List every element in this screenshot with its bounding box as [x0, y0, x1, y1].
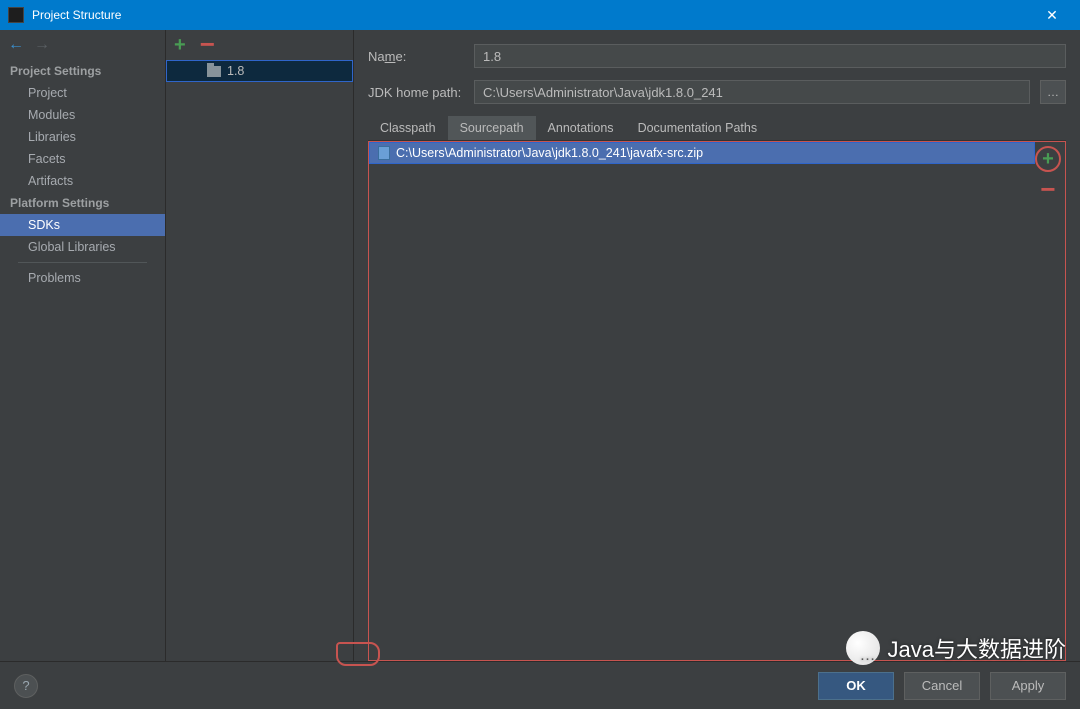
- annotation-circle: +: [1035, 146, 1061, 172]
- detail-panel: Name: JDK home path: … Classpath Sourcep…: [354, 30, 1080, 661]
- sdk-list-toolbar: + −: [166, 30, 353, 60]
- sidebar-item-problems[interactable]: Problems: [0, 267, 165, 289]
- add-sdk-button[interactable]: +: [174, 35, 186, 55]
- remove-sdk-button[interactable]: −: [200, 37, 215, 53]
- sdk-folder-icon: [207, 66, 221, 77]
- sidebar-item-sdks[interactable]: SDKs: [0, 214, 165, 236]
- archive-icon: [378, 146, 390, 160]
- sourcepath-row-label: C:\Users\Administrator\Java\jdk1.8.0_241…: [396, 146, 703, 160]
- section-project-settings: Project Settings: [0, 60, 165, 82]
- sdk-list-column: + − 1.8: [166, 30, 354, 661]
- home-path-label: JDK home path:: [368, 85, 464, 100]
- help-button[interactable]: ?: [14, 674, 38, 698]
- back-arrow-icon[interactable]: ←: [8, 36, 24, 54]
- tab-sourcepath[interactable]: Sourcepath: [448, 116, 536, 140]
- window-title: Project Structure: [32, 8, 1032, 22]
- sidebar-separator: [18, 262, 147, 263]
- sidebar-item-project[interactable]: Project: [0, 82, 165, 104]
- forward-arrow-icon[interactable]: →: [34, 36, 50, 54]
- ok-button[interactable]: OK: [818, 672, 894, 700]
- sidebar-nav: ← →: [0, 30, 165, 60]
- sdk-name-input[interactable]: [474, 44, 1066, 68]
- sdk-tabs: Classpath Sourcepath Annotations Documen…: [368, 116, 1066, 141]
- app-icon: [8, 7, 24, 23]
- sdk-list-item-label: 1.8: [227, 64, 244, 78]
- titlebar: Project Structure ✕: [0, 0, 1080, 30]
- sidebar-item-modules[interactable]: Modules: [0, 104, 165, 126]
- sidebar-item-artifacts[interactable]: Artifacts: [0, 170, 165, 192]
- browse-home-path-button[interactable]: …: [1040, 80, 1066, 104]
- tab-annotations[interactable]: Annotations: [536, 116, 626, 140]
- dialog-button-bar: ? OK Cancel Apply: [0, 661, 1080, 709]
- tab-classpath[interactable]: Classpath: [368, 116, 448, 140]
- jdk-home-path-input[interactable]: [474, 80, 1030, 104]
- sidebar-item-libraries[interactable]: Libraries: [0, 126, 165, 148]
- remove-sourcepath-button[interactable]: −: [1040, 182, 1055, 198]
- section-platform-settings: Platform Settings: [0, 192, 165, 214]
- cancel-button[interactable]: Cancel: [904, 672, 980, 700]
- tab-documentation-paths[interactable]: Documentation Paths: [626, 116, 770, 140]
- sidebar-item-facets[interactable]: Facets: [0, 148, 165, 170]
- sdk-list-item[interactable]: 1.8: [166, 60, 353, 82]
- name-label: Name:: [368, 49, 464, 64]
- sidebar-item-global-libraries[interactable]: Global Libraries: [0, 236, 165, 258]
- close-button[interactable]: ✕: [1032, 0, 1072, 30]
- sourcepath-row[interactable]: C:\Users\Administrator\Java\jdk1.8.0_241…: [369, 142, 1035, 164]
- sidebar: ← → Project Settings Project Modules Lib…: [0, 30, 166, 661]
- add-sourcepath-button[interactable]: +: [1042, 149, 1054, 169]
- apply-button[interactable]: Apply: [990, 672, 1066, 700]
- sourcepath-list: C:\Users\Administrator\Java\jdk1.8.0_241…: [368, 141, 1066, 661]
